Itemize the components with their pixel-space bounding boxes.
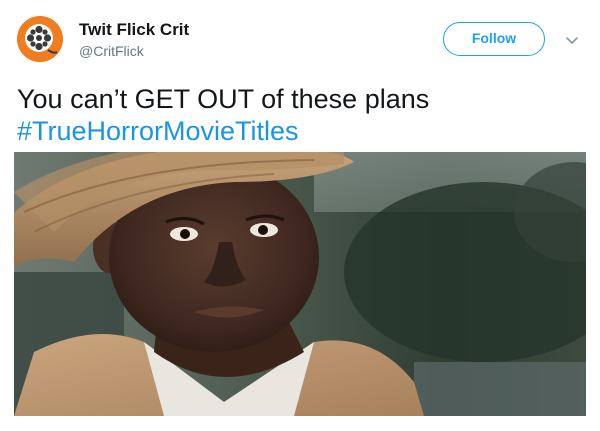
tweet-body: You can’t GET OUT of these plans xyxy=(17,84,430,114)
media-illustration xyxy=(14,152,586,416)
follow-button[interactable]: Follow xyxy=(443,22,545,56)
user-handle[interactable]: @CritFlick xyxy=(79,43,144,59)
more-options-button[interactable] xyxy=(565,33,579,44)
hashtag-link[interactable]: #TrueHorrorMovieTitles xyxy=(17,115,577,147)
tweet-media-image[interactable] xyxy=(14,152,586,416)
avatar[interactable] xyxy=(17,16,63,62)
tweet-text: You can’t GET OUT of these plans #TrueHo… xyxy=(17,83,577,147)
film-reel-icon xyxy=(17,16,63,62)
chevron-down-icon xyxy=(566,37,578,44)
tweet-card: Twit Flick Crit @CritFlick Follow You ca… xyxy=(0,0,600,431)
display-name[interactable]: Twit Flick Crit xyxy=(79,20,189,40)
